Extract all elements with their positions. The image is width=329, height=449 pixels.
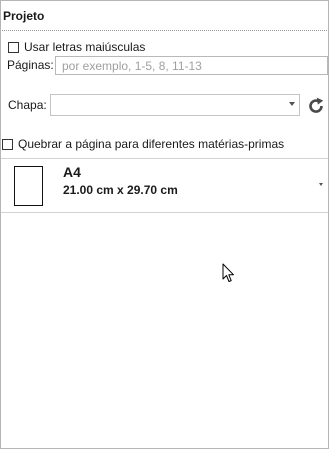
- sheet-select[interactable]: [50, 94, 300, 116]
- project-panel: Projeto Usar letras maiúsculas Páginas: …: [0, 0, 329, 449]
- pages-label: Páginas:: [7, 58, 54, 72]
- paper-bottom-divider: [1, 212, 328, 213]
- section-title: Projeto: [3, 9, 45, 23]
- paper-dimensions: 21.00 cm x 29.70 cm: [63, 183, 178, 197]
- paper-name: A4: [63, 164, 81, 180]
- pages-input[interactable]: [55, 56, 328, 75]
- chevron-down-icon: [289, 102, 295, 106]
- uppercase-checkbox[interactable]: [8, 41, 19, 53]
- mouse-pointer-icon: [222, 263, 234, 282]
- uppercase-checkbox-label: Usar letras maiúsculas: [24, 40, 146, 54]
- uppercase-checkbox-row[interactable]: Usar letras maiúsculas: [8, 40, 145, 54]
- refresh-button[interactable]: [306, 96, 326, 116]
- refresh-icon: [309, 97, 324, 113]
- sheet-label: Chapa:: [8, 98, 47, 112]
- break-page-checkbox-label: Quebrar a página para diferentes matéria…: [18, 137, 285, 151]
- section-divider: [2, 30, 327, 31]
- break-page-checkbox-row[interactable]: Quebrar a página para diferentes matéria…: [2, 137, 284, 151]
- chevron-down-icon[interactable]: [319, 183, 323, 186]
- paper-size-selector[interactable]: A4 21.00 cm x 29.70 cm: [1, 159, 328, 212]
- break-page-checkbox[interactable]: [2, 138, 13, 150]
- page-icon: [14, 166, 43, 206]
